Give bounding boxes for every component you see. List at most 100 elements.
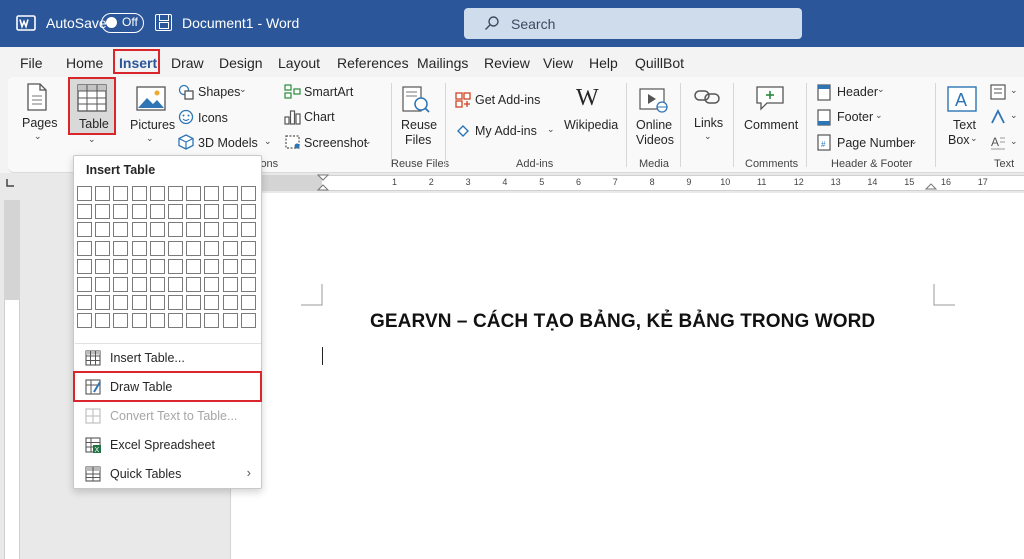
table-grid-cell[interactable]	[222, 186, 238, 201]
table-grid-cell[interactable]	[95, 204, 111, 220]
table-grid-cell[interactable]	[77, 313, 92, 329]
table-grid-cell[interactable]	[240, 313, 256, 329]
table-grid-cell[interactable]	[95, 295, 111, 311]
table-grid-cell[interactable]	[240, 258, 256, 274]
table-grid-cell[interactable]	[186, 204, 202, 220]
table-grid-cell[interactable]	[186, 295, 202, 311]
table-grid-cell[interactable]	[113, 276, 129, 292]
table-grid-cell[interactable]	[77, 276, 92, 292]
table-grid-cell[interactable]	[77, 240, 92, 256]
table-grid-cell[interactable]	[240, 295, 256, 311]
quick-tables-item[interactable]: Quick Tables ›	[75, 460, 261, 488]
table-grid-cell[interactable]	[77, 258, 92, 274]
table-grid-cell[interactable]	[204, 222, 220, 238]
table-grid-cell[interactable]	[222, 295, 238, 311]
reuse-files-button[interactable]: Reuse	[401, 118, 437, 132]
shapes-chevron-icon[interactable]: ⌄	[239, 84, 247, 95]
table-grid-cell[interactable]	[113, 313, 129, 329]
save-icon[interactable]	[155, 14, 172, 31]
table-grid-cell[interactable]	[186, 240, 202, 256]
pages-chevron-icon[interactable]: ⌄	[34, 131, 42, 142]
tab-view[interactable]: View	[543, 55, 573, 71]
table-grid-cell[interactable]	[167, 258, 183, 274]
table-grid-cell[interactable]	[149, 313, 165, 329]
header-chevron-icon[interactable]: ⌄	[877, 84, 885, 95]
table-grid-cell[interactable]	[95, 276, 111, 292]
screenshot-chevron-icon[interactable]: ⌄	[364, 136, 372, 147]
tab-help[interactable]: Help	[589, 55, 618, 71]
table-grid-cell[interactable]	[204, 204, 220, 220]
right-indent-marker-icon[interactable]	[924, 177, 938, 191]
icons-button[interactable]: Icons	[198, 111, 228, 125]
table-grid-cell[interactable]	[204, 240, 220, 256]
chart-button[interactable]: Chart	[304, 110, 335, 124]
pictures-chevron-icon[interactable]: ⌄	[146, 133, 154, 144]
table-grid-cell[interactable]	[186, 313, 202, 329]
table-grid-cell[interactable]	[222, 240, 238, 256]
table-grid-cell[interactable]	[95, 222, 111, 238]
table-grid-cell[interactable]	[113, 295, 129, 311]
links-chevron-icon[interactable]: ⌄	[704, 131, 712, 142]
table-grid-cell[interactable]	[167, 240, 183, 256]
table-grid-cell[interactable]	[186, 276, 202, 292]
table-grid-cell[interactable]	[149, 240, 165, 256]
table-grid-cell[interactable]	[240, 186, 256, 201]
wikipedia-button[interactable]: Wikipedia	[564, 118, 618, 132]
text-box-label-2[interactable]: Box	[948, 133, 970, 147]
document-page[interactable]	[230, 193, 1024, 559]
table-grid-cell[interactable]	[167, 313, 183, 329]
tab-references[interactable]: References	[337, 55, 409, 71]
table-grid-cell[interactable]	[186, 258, 202, 274]
excel-spreadsheet-item[interactable]: X Excel Spreadsheet	[75, 431, 261, 459]
pages-button[interactable]: Pages	[22, 116, 57, 130]
online-videos-label-2[interactable]: Videos	[636, 133, 674, 147]
table-grid-cell[interactable]	[222, 276, 238, 292]
table-grid-cell[interactable]	[95, 240, 111, 256]
wordart-chevron-icon[interactable]: ⌄	[1010, 110, 1018, 121]
footer-button[interactable]: Footer	[837, 110, 873, 124]
online-videos-button[interactable]: Online	[636, 118, 672, 132]
shapes-button[interactable]: Shapes	[198, 85, 240, 99]
table-grid-cell[interactable]	[167, 222, 183, 238]
table-grid-cell[interactable]	[95, 258, 111, 274]
table-grid-cell[interactable]	[131, 276, 147, 292]
text-box-button[interactable]: Text	[953, 118, 976, 132]
tab-mailings[interactable]: Mailings	[417, 55, 468, 71]
table-grid-cell[interactable]	[149, 222, 165, 238]
table-chevron-icon[interactable]: ⌄	[88, 134, 96, 145]
search-box[interactable]: Search	[464, 8, 802, 39]
smartart-button[interactable]: SmartArt	[304, 85, 353, 99]
comment-button[interactable]: Comment	[744, 118, 798, 132]
table-grid-cell[interactable]	[95, 186, 111, 201]
table-grid-cell[interactable]	[222, 222, 238, 238]
footer-chevron-icon[interactable]: ⌄	[875, 110, 883, 121]
table-grid-cell[interactable]	[204, 313, 220, 329]
table-grid-cell[interactable]	[240, 204, 256, 220]
pictures-button[interactable]: Pictures	[130, 118, 175, 132]
my-addins-chevron-icon[interactable]: ⌄	[547, 124, 555, 135]
table-grid-cell[interactable]	[240, 276, 256, 292]
tab-quillbot[interactable]: QuillBot	[635, 55, 684, 71]
indent-marker-icon[interactable]	[316, 173, 330, 193]
links-button[interactable]: Links	[694, 116, 723, 130]
page-number-button[interactable]: Page Number	[837, 136, 914, 150]
table-grid-cell[interactable]	[149, 258, 165, 274]
document-heading[interactable]: GEARVN – CÁCH TẠO BẢNG, KẺ BẢNG TRONG WO…	[370, 311, 875, 333]
table-grid-cell[interactable]	[131, 204, 147, 220]
tab-selector-icon[interactable]	[4, 177, 16, 189]
table-grid-cell[interactable]	[131, 240, 147, 256]
table-grid-cell[interactable]	[77, 222, 92, 238]
table-grid-cell[interactable]	[113, 258, 129, 274]
table-grid-cell[interactable]	[186, 186, 202, 201]
tab-file[interactable]: File	[20, 55, 43, 71]
table-grid-cell[interactable]	[149, 295, 165, 311]
table-grid-cell[interactable]	[113, 222, 129, 238]
table-grid-cell[interactable]	[167, 204, 183, 220]
table-grid-cell[interactable]	[222, 204, 238, 220]
tab-layout[interactable]: Layout	[278, 55, 320, 71]
table-grid-cell[interactable]	[240, 240, 256, 256]
text-box-chevron-icon[interactable]: ⌄	[970, 133, 978, 144]
table-grid-cell[interactable]	[204, 258, 220, 274]
table-grid-cell[interactable]	[186, 222, 202, 238]
table-grid-cell[interactable]	[131, 295, 147, 311]
